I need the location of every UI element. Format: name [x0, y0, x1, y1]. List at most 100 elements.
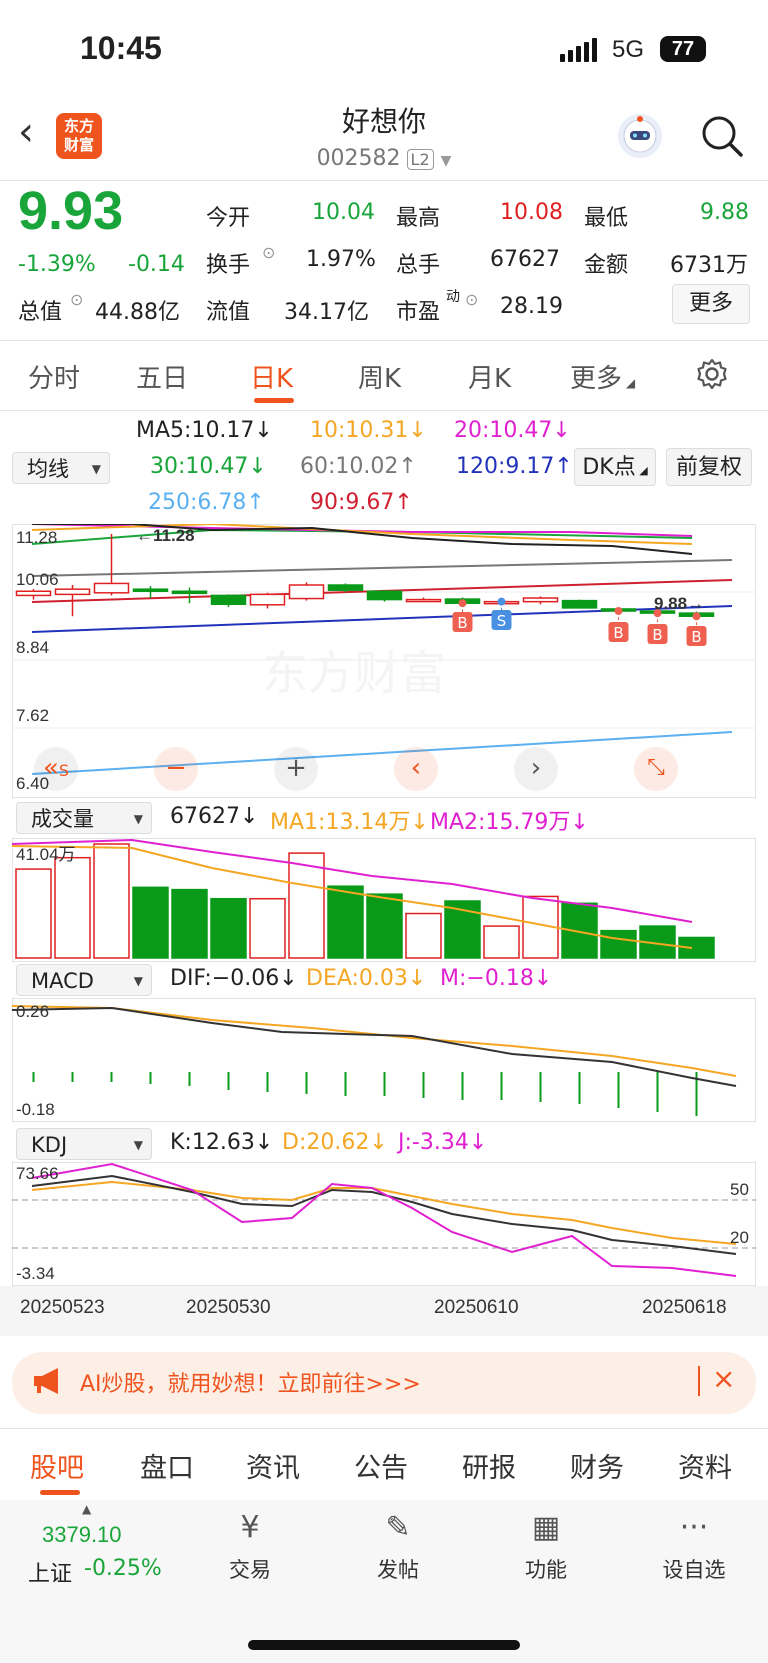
pe-value: 28.19: [500, 294, 563, 319]
zoom-in-icon[interactable]: +: [274, 747, 318, 791]
ma60-label: 60:10.02↑: [300, 454, 417, 479]
kdj-chart: [12, 1162, 756, 1286]
divider: [0, 1428, 768, 1429]
info-icon[interactable]: ⊙: [70, 290, 83, 309]
macd-m: M:−0.18↓: [440, 966, 553, 991]
volume-value: 67627: [490, 247, 560, 272]
volume-bar: [600, 929, 637, 959]
tab-announcement[interactable]: 公告: [354, 1446, 408, 1485]
min-price-label: 9.88→: [654, 594, 705, 613]
status-time: 10:45: [80, 30, 162, 66]
volume-bar: [171, 888, 208, 959]
search-icon[interactable]: [700, 114, 744, 158]
nav-add-watchlist[interactable]: ··· 设自选: [634, 1510, 754, 1584]
tab-more[interactable]: 更多 ◢: [570, 358, 635, 395]
candle[interactable]: [327, 584, 364, 591]
kdj-j: J:-3.34↓: [398, 1130, 488, 1155]
y-tick: 10.06: [16, 570, 59, 589]
tab-finance[interactable]: 财务: [570, 1446, 624, 1485]
volume-bar: [54, 856, 91, 959]
chevron-down-icon: ▼: [440, 153, 452, 169]
level-badge: L2: [406, 149, 434, 170]
info-icon[interactable]: ⊙: [262, 243, 275, 262]
info-icon[interactable]: ⊙: [465, 290, 478, 309]
ma30-label: 30:10.47↓: [150, 454, 267, 479]
chevron-up-icon[interactable]: ▲: [82, 1502, 91, 1516]
kdj-select[interactable]: KDJ ▼: [16, 1128, 152, 1160]
volume-label: 总手: [396, 253, 441, 278]
volume-chart: [12, 838, 756, 962]
tab-news[interactable]: 资讯: [246, 1446, 300, 1485]
volume-select[interactable]: 成交量 ▼: [16, 802, 152, 834]
candle[interactable]: [249, 593, 286, 606]
network-label: 5G: [612, 36, 645, 63]
chart-tabs: 分时 五日 日K 周K 月K 更多 ◢: [0, 340, 768, 410]
ma-line: [32, 524, 693, 555]
home-indicator: [248, 1640, 520, 1650]
fullscreen-icon[interactable]: ⤡: [634, 747, 678, 791]
candle[interactable]: [210, 594, 247, 606]
adjust-button[interactable]: 前复权: [666, 448, 752, 486]
tab-pankou[interactable]: 盘口: [140, 1446, 194, 1485]
right-arrow-icon[interactable]: ›: [514, 747, 558, 791]
candle[interactable]: [171, 590, 208, 595]
index-value[interactable]: 3379.10: [42, 1522, 122, 1548]
amount-label: 金额: [584, 253, 629, 278]
ai-promo-banner[interactable]: AI炒股，就用妙想！立即前往>>> ×: [12, 1352, 756, 1414]
divider: [0, 410, 768, 411]
volume-ma2: MA2:15.79万↓: [430, 810, 589, 835]
rewind-signal-icon[interactable]: «S: [34, 747, 78, 791]
tab-intraday[interactable]: 分时: [28, 358, 80, 395]
tab-monthly-k[interactable]: 月K: [468, 358, 511, 395]
signal-text: B: [613, 624, 623, 642]
macd-top-label: 0.26: [16, 1002, 50, 1021]
ma-select[interactable]: 均线 ▼: [12, 452, 110, 484]
tab-daily-k[interactable]: 日K: [250, 358, 293, 395]
robot-assistant-icon[interactable]: [618, 114, 662, 158]
volume-bar: [210, 897, 247, 959]
candle[interactable]: [366, 590, 403, 601]
macd-bottom-label: -0.18: [16, 1100, 55, 1119]
kdj-top-label: 73.66: [16, 1164, 59, 1183]
candle[interactable]: [54, 588, 91, 596]
candle[interactable]: [15, 590, 52, 597]
mktcap-value: 44.88亿: [95, 300, 180, 325]
dk-point-button[interactable]: DK点 ◢: [574, 448, 656, 486]
tab-five-day[interactable]: 五日: [136, 358, 188, 395]
tab-guba[interactable]: 股吧: [30, 1446, 84, 1485]
candle[interactable]: [132, 588, 169, 593]
settings-icon[interactable]: [694, 356, 730, 392]
tab-profile[interactable]: 资料: [678, 1446, 732, 1485]
current-price: 9.93: [18, 181, 124, 241]
volume-bar: [483, 925, 520, 959]
ma5-label: MA5:10.17↓: [136, 418, 273, 443]
candle[interactable]: [288, 584, 325, 600]
signal-text: B: [457, 614, 467, 632]
zoom-out-icon[interactable]: −: [154, 747, 198, 791]
float-value: 34.17亿: [284, 300, 369, 325]
tab-weekly-k[interactable]: 周K: [358, 358, 401, 395]
more-dots-icon: ···: [679, 1510, 709, 1545]
macd-select[interactable]: MACD ▼: [16, 964, 152, 996]
more-button[interactable]: 更多: [672, 284, 750, 324]
signal-text: B: [652, 626, 662, 644]
candle[interactable]: [561, 599, 598, 609]
candle[interactable]: [405, 598, 442, 603]
left-arrow-icon[interactable]: ‹: [394, 747, 438, 791]
turnover-value: 1.97%: [306, 247, 376, 272]
y-tick: 8.84: [16, 638, 50, 657]
turnover-label: 换手: [206, 253, 251, 278]
candle[interactable]: [93, 582, 130, 594]
kdj-k: K:12.63↓: [170, 1130, 274, 1155]
low-label: 最低: [584, 206, 629, 231]
tab-research[interactable]: 研报: [462, 1446, 516, 1485]
ma250-label: 250:6.78↑: [148, 490, 265, 515]
nav-functions[interactable]: ▦ 功能: [486, 1510, 606, 1584]
candle[interactable]: [522, 597, 559, 603]
nav-post[interactable]: ✎ 发帖: [338, 1510, 458, 1584]
watermark-logo: 东方财富: [262, 646, 446, 700]
date-label: 20250610: [434, 1297, 519, 1318]
close-icon[interactable]: ×: [712, 1362, 735, 1395]
nav-trade[interactable]: ¥ 交易: [190, 1510, 310, 1584]
volume-bar: [15, 868, 52, 959]
